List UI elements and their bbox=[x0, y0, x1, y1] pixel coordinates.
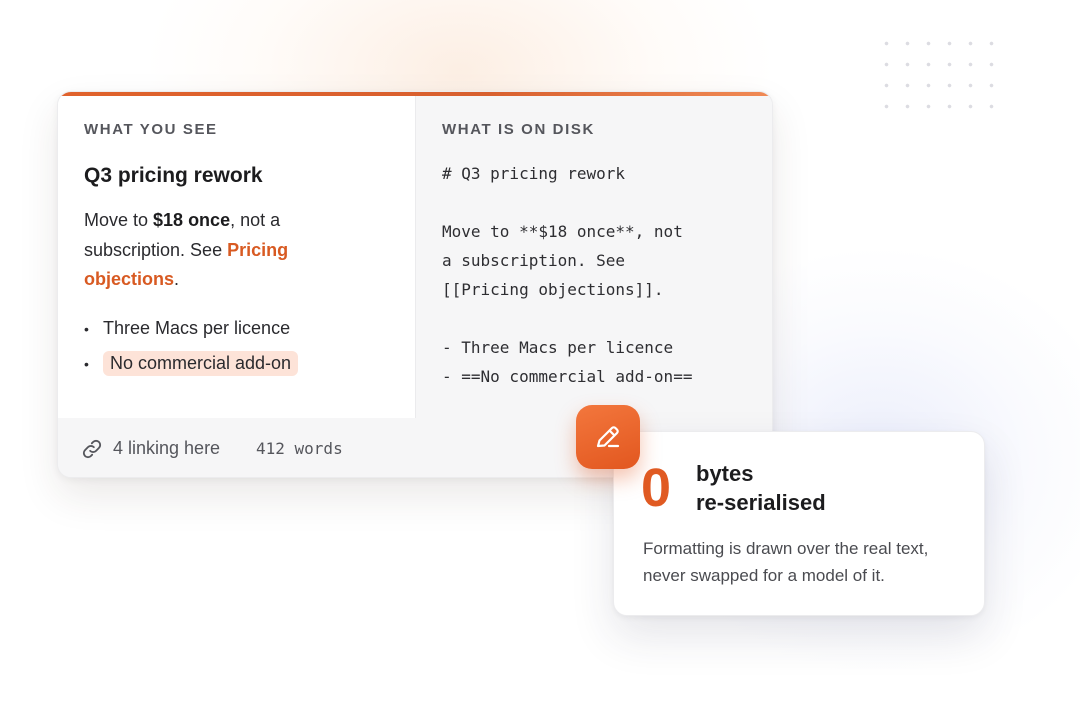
markdown-line: [[Pricing objections]]. bbox=[442, 280, 664, 299]
markdown-line: ​ bbox=[442, 188, 692, 217]
list-item: • No commercial add-on bbox=[84, 351, 299, 376]
bold-text: $18 once bbox=[153, 210, 231, 230]
edit-badge bbox=[576, 405, 640, 469]
bullet-icon: • bbox=[84, 355, 89, 372]
list-item-text: Three Macs per licence bbox=[103, 318, 291, 338]
stat-card: 0 bytes re-serialised Formatting is draw… bbox=[613, 431, 985, 616]
highlighted-text: No commercial add-on bbox=[103, 351, 299, 376]
pen-icon bbox=[596, 426, 620, 448]
decorative-dot-grid bbox=[876, 33, 1006, 123]
backlinks-count[interactable]: 4 linking here bbox=[113, 438, 220, 459]
word-count: 412 words bbox=[256, 439, 343, 458]
list-item: • Three Macs per licence bbox=[84, 318, 290, 339]
paragraph-text: Move to bbox=[84, 210, 154, 230]
markdown-pane-label: WHAT IS ON DISK bbox=[442, 121, 595, 138]
markdown-source: # Q3 pricing rework ​ Move to **$18 once**… bbox=[442, 159, 692, 391]
markdown-line: Move to **$18 once**, not bbox=[442, 222, 683, 241]
rendered-pane[interactable]: WHAT YOU SEE Q3 pricing rework Move to $… bbox=[58, 96, 416, 418]
editor-comparison-card: WHAT YOU SEE Q3 pricing rework Move to $… bbox=[57, 91, 773, 478]
document-title: Q3 pricing rework bbox=[84, 164, 263, 187]
paragraph-text: . bbox=[174, 269, 180, 289]
markdown-line: - ==No commercial add-on== bbox=[442, 367, 693, 386]
stat-label-line: re-serialised bbox=[696, 490, 826, 515]
markdown-line: - Three Macs per licence bbox=[442, 338, 674, 357]
markdown-line: # Q3 pricing rework bbox=[442, 164, 626, 183]
rendered-pane-label: WHAT YOU SEE bbox=[84, 121, 218, 138]
link-icon[interactable] bbox=[81, 438, 103, 460]
stat-description: Formatting is drawn over the real text, … bbox=[643, 539, 929, 585]
markdown-pane[interactable]: WHAT IS ON DISK # Q3 pricing rework ​ Move… bbox=[416, 96, 772, 418]
document-paragraph: Move to $18 once, not a subscription. Se… bbox=[84, 206, 384, 295]
markdown-line: ​ bbox=[442, 304, 692, 333]
stat-number: 0 bbox=[641, 458, 672, 518]
markdown-line: a subscription. See bbox=[442, 251, 626, 270]
stat-label-line: bytes bbox=[696, 461, 754, 486]
stat-label: bytes re-serialised bbox=[696, 459, 896, 517]
bullet-icon: • bbox=[84, 320, 89, 337]
